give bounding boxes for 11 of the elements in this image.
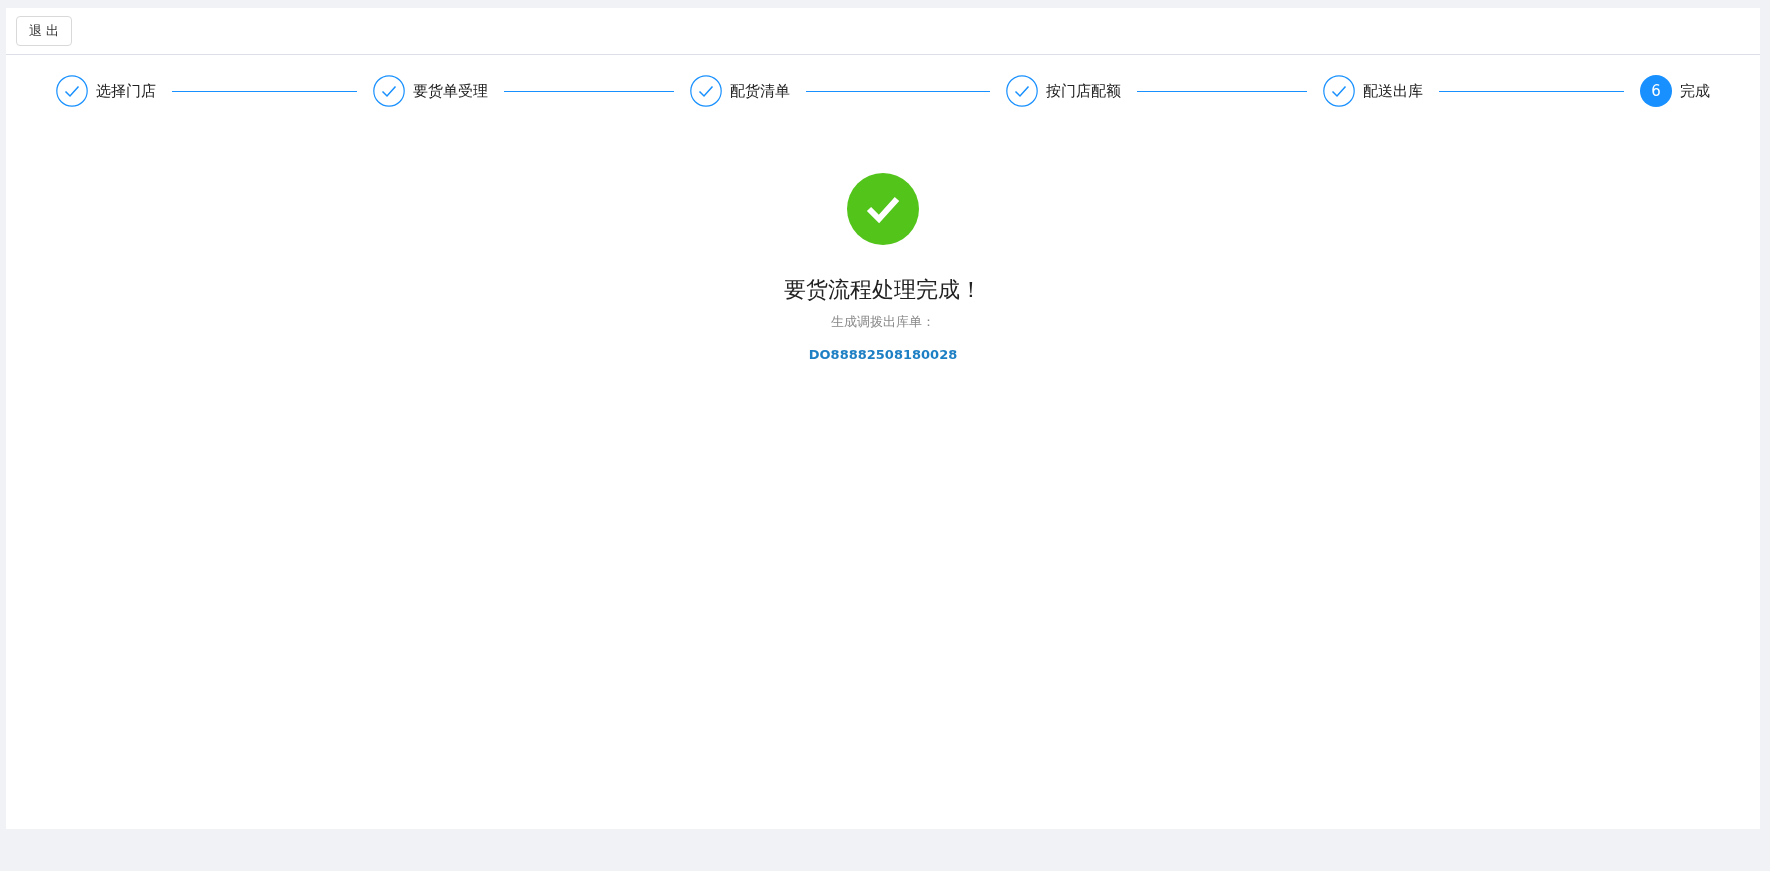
result-subtitle: 生成调拨出库单： xyxy=(831,313,935,331)
result-title: 要货流程处理完成！ xyxy=(784,276,982,304)
document-number-link[interactable]: DO88882508180028 xyxy=(808,347,958,362)
step-label: 完成 xyxy=(1680,81,1710,101)
exit-button[interactable]: 退 出 xyxy=(16,16,73,46)
step-number: 6 xyxy=(1640,75,1672,107)
step-label: 要货单受理 xyxy=(412,81,488,101)
step-label: 按门店配额 xyxy=(1046,81,1122,101)
step-label: 选择门店 xyxy=(96,81,156,101)
step-label: 配送出库 xyxy=(1363,81,1424,101)
step-label: 配货清单 xyxy=(729,81,790,101)
